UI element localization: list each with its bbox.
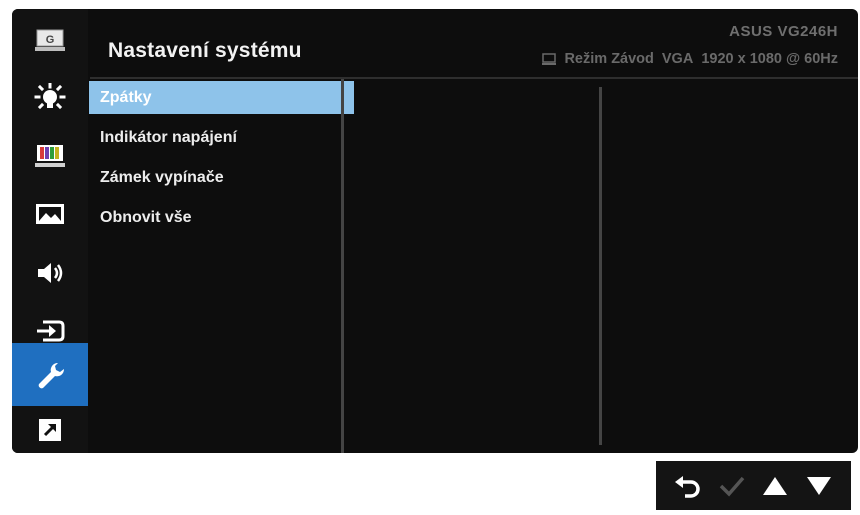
- input-text: VGA: [661, 51, 694, 67]
- sidebar-item-system[interactable]: [12, 343, 88, 406]
- confirm-button[interactable]: [712, 466, 752, 506]
- svg-text:G: G: [46, 34, 55, 46]
- down-button[interactable]: [799, 466, 839, 506]
- back-icon: [674, 475, 700, 498]
- column-divider-1: [341, 79, 344, 453]
- check-icon: [719, 476, 744, 497]
- g-splendid-icon: G: [35, 29, 65, 51]
- column-divider-2: [599, 87, 602, 445]
- up-arrow-icon: [763, 476, 788, 495]
- sidebar-item-shortcut[interactable]: [12, 401, 88, 453]
- sidebar-item-color[interactable]: [12, 127, 88, 184]
- osd-window: G Nastavení systému ASUS VG246H Režim Zá…: [12, 9, 858, 453]
- sidebar-item-sound[interactable]: [12, 244, 88, 301]
- menu-list: Zpátky Indikátor napájení Zámek vypínače…: [89, 79, 354, 453]
- wrench-icon: [38, 362, 65, 388]
- down-arrow-icon: [807, 476, 832, 495]
- brightness-icon: [34, 82, 66, 109]
- sidebar-item-brightness[interactable]: [12, 69, 88, 126]
- shortcut-icon: [39, 418, 61, 441]
- monitor-icon: [542, 53, 557, 65]
- nav-buttons: [656, 461, 851, 510]
- menu-item-key-lock[interactable]: Zámek vypínače: [92, 161, 354, 194]
- menu-item-reset-all[interactable]: Obnovit vše: [92, 201, 354, 234]
- menu-item-power-indicator[interactable]: Indikátor napájení: [92, 121, 354, 154]
- sidebar: G: [12, 9, 88, 453]
- page-title: Nastavení systému: [108, 39, 302, 62]
- picture-icon: [36, 203, 64, 224]
- back-button[interactable]: [668, 466, 708, 506]
- speaker-icon: [38, 262, 63, 283]
- input-source-icon: [37, 320, 65, 341]
- up-button[interactable]: [755, 466, 795, 506]
- menu-item-back[interactable]: Zpátky: [89, 81, 354, 114]
- mode-text: Režim Závod: [564, 51, 654, 67]
- model-name: ASUS VG246H: [729, 23, 838, 40]
- sidebar-item-image[interactable]: [12, 185, 88, 242]
- color-bars-icon: [35, 144, 65, 167]
- status-line: Režim Závod VGA 1920 x 1080 @ 60Hz: [542, 51, 838, 67]
- sidebar-item-splendid[interactable]: G: [12, 11, 88, 68]
- resolution-text: 1920 x 1080 @ 60Hz: [701, 51, 838, 67]
